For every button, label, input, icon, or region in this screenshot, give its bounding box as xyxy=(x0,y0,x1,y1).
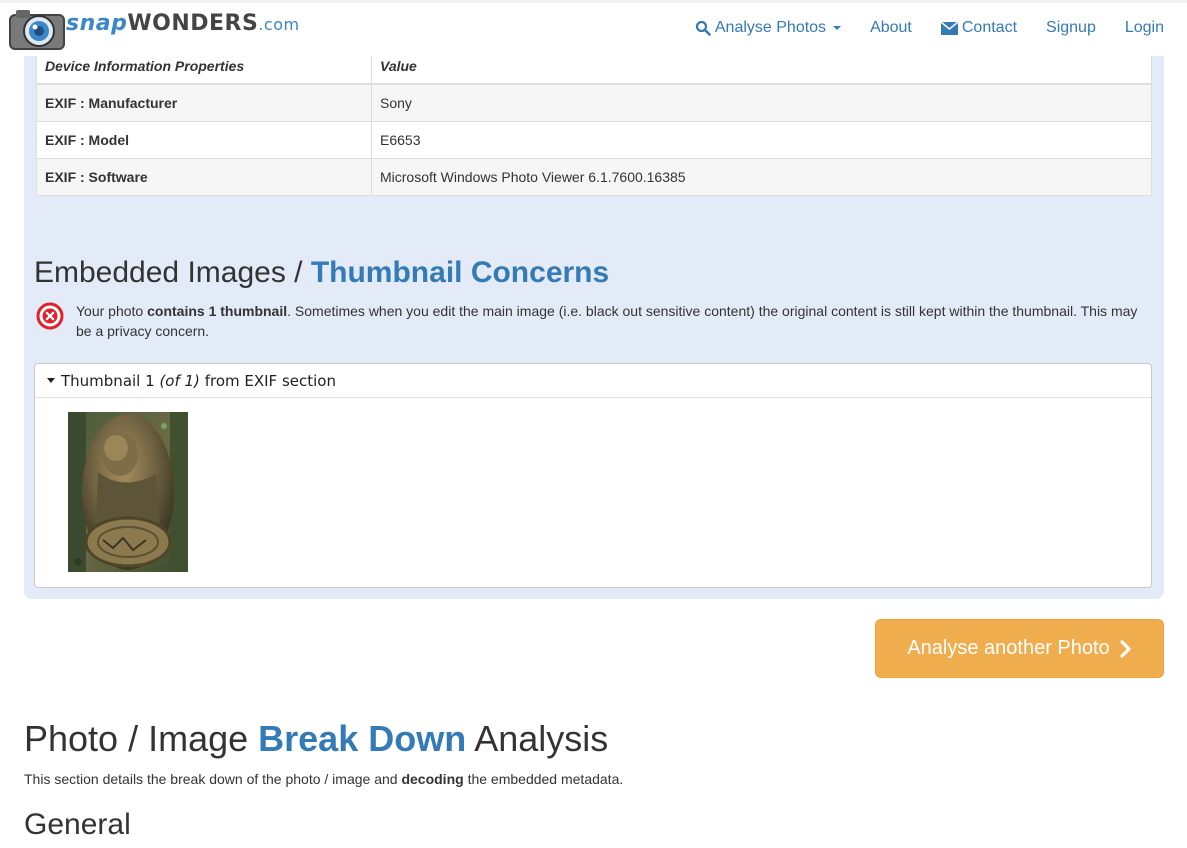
search-icon xyxy=(695,20,711,36)
error-circle-icon xyxy=(36,302,64,330)
logo-wordmark: snapWONDERS.com xyxy=(66,11,300,36)
nav-links: Analyse Photos About Contact Signup Logi… xyxy=(666,19,1164,37)
chevron-right-icon xyxy=(1120,639,1131,658)
value-cell: Microsoft Windows Photo Viewer 6.1.7600.… xyxy=(371,158,1152,196)
cta-label: Analyse another Photo xyxy=(907,637,1110,659)
nav-login-label: Login xyxy=(1124,19,1164,36)
thumbnail-source: from EXIF section xyxy=(204,371,336,390)
embedded-images-heading: Embedded Images / Thumbnail Concerns xyxy=(34,256,609,290)
site-logo[interactable]: snapWONDERS.com xyxy=(8,5,299,53)
breakdown-heading: Photo / Image Break Down Analysis xyxy=(24,718,608,760)
breakdown-description: This section details the break down of t… xyxy=(24,771,623,787)
nav-about[interactable]: About xyxy=(870,19,912,37)
thumbnail-details: Thumbnail 1 (of 1) from EXIF section xyxy=(34,363,1152,588)
property-cell: EXIF : Manufacturer xyxy=(36,83,372,122)
general-heading: General xyxy=(24,808,131,841)
thumbnail-label: Thumbnail 1 xyxy=(61,371,155,390)
logo-wonders: WONDERS xyxy=(127,11,259,36)
logo-snap: snap xyxy=(66,11,128,36)
navbar: snapWONDERS.com Analyse Photos About Con… xyxy=(0,0,1187,56)
thumbnail-warning-text: Your photo contains 1 thumbnail. Sometim… xyxy=(76,301,1156,341)
table-row: EXIF : Model E6653 xyxy=(36,121,1152,159)
camera-logo-icon xyxy=(9,10,65,50)
nav-about-label: About xyxy=(870,19,912,36)
nav-login[interactable]: Login xyxy=(1125,19,1164,37)
analysis-panel: Device Information Properties Value EXIF… xyxy=(24,40,1164,599)
analyse-another-photo-button[interactable]: Analyse another Photo xyxy=(875,619,1164,678)
nav-analyse-photos[interactable]: Analyse Photos xyxy=(695,19,842,37)
lead-suffix: the embedded metadata. xyxy=(463,771,624,787)
logo-com: .com xyxy=(258,15,300,34)
value-cell: E6653 xyxy=(371,121,1152,159)
nav-signup-label: Signup xyxy=(1046,19,1096,36)
embedded-heading-plain: Embedded Images / xyxy=(34,256,311,289)
nav-contact-label: Contact xyxy=(961,19,1018,36)
breakdown-heading-plain1: Photo / Image xyxy=(24,718,259,759)
breakdown-heading-plain2: Analysis xyxy=(466,718,609,759)
alert-bold: contains 1 thumbnail xyxy=(147,303,288,319)
alert-prefix: Your photo xyxy=(76,303,148,319)
embedded-heading-highlight: Thumbnail Concerns xyxy=(310,256,610,289)
thumbnail-summary-toggle[interactable]: Thumbnail 1 (of 1) from EXIF section xyxy=(35,364,1151,398)
breakdown-heading-highlight: Break Down xyxy=(258,718,467,759)
nav-analyse-photos-label: Analyse Photos xyxy=(714,19,827,36)
table-row: EXIF : Software Microsoft Windows Photo … xyxy=(36,158,1152,196)
caret-down-icon xyxy=(47,378,55,383)
value-cell: Sony xyxy=(371,83,1152,122)
property-cell: EXIF : Software xyxy=(36,158,372,196)
nav-signup[interactable]: Signup xyxy=(1046,19,1096,37)
device-info-table: Device Information Properties Value EXIF… xyxy=(36,48,1152,196)
envelope-icon xyxy=(940,21,958,35)
nav-contact[interactable]: Contact xyxy=(940,19,1018,37)
table-row: EXIF : Manufacturer Sony xyxy=(36,83,1152,122)
thumbnail-count: (of 1) xyxy=(159,371,200,390)
property-cell: EXIF : Model xyxy=(36,121,372,159)
lead-prefix: This section details the break down of t… xyxy=(24,771,402,787)
chevron-down-icon xyxy=(833,26,842,30)
thumbnail-image[interactable] xyxy=(68,412,188,572)
lead-bold: decoding xyxy=(401,771,464,787)
